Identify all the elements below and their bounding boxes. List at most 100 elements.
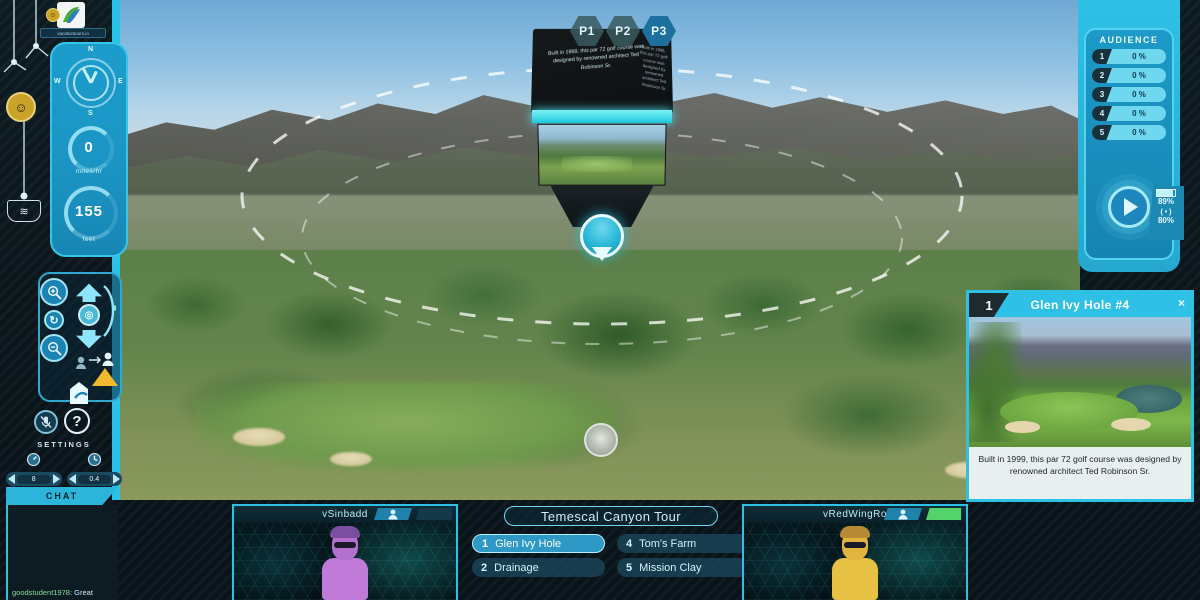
duration-setting-value: 0.4 [77,474,111,484]
kiosk-photo-screen [537,123,667,186]
avatar-panel-1[interactable]: vSinbadd [232,504,458,600]
duration-increment[interactable] [113,474,120,484]
exit-icon[interactable] [66,378,92,411]
battery-percent: 89% [1157,197,1174,206]
battery-icon [1156,189,1176,197]
tour-stop-2[interactable]: 2 Drainage [472,558,605,577]
photo-bunker-left [1004,421,1041,433]
audience-row-number: 3 [1092,87,1112,102]
audience-title: AUDIENCE [1099,35,1159,45]
tour-stop-list: 1 Glen Ivy Hole 4 Tom's Farm 2 Drainage … [466,526,756,577]
tour-stop-label: Tom's Farm [639,537,697,550]
speed-increment[interactable] [52,474,60,484]
tour-stop-number: 2 [481,561,488,574]
tour-stop-4[interactable]: 4 Tom's Farm [617,534,750,553]
kiosk-tab-p3[interactable]: P3 [642,16,676,46]
avatar-header: vRedWingRo [744,506,966,523]
avatar-cap-icon [840,526,870,538]
zoom-out-button[interactable] [40,334,68,362]
settings-section: SETTINGS 8 0.4 [6,440,122,486]
ground-target-marker [584,423,618,457]
avatar-figure [832,526,878,600]
flight-gauges: N E S W 0 miles/hr 155 feet [50,42,128,257]
wifi-icon: ≋ [7,200,41,222]
poi-card-photo [969,317,1191,447]
clock-setting-icon [67,452,123,472]
audience-row[interactable]: 1 0 % [1092,49,1166,64]
compass-e: E [118,78,123,85]
orbit-arc-icon [103,285,116,337]
avatar-head [330,526,360,560]
tour-stop-1[interactable]: 1 Glen Ivy Hole [472,534,605,553]
emoji-marker-icon[interactable]: ☺ [6,92,36,122]
mic-muted-icon[interactable] [34,410,58,434]
kiosk-light-strip [532,110,672,123]
altitude-value: 155 [74,203,104,220]
avatar-panel-2[interactable]: vRedWingRo [742,504,968,600]
kiosk-side-text: Built in 1999, this par 72 golf course w… [639,44,668,92]
poi-card-badge: 1 [969,293,1009,317]
tour-stop-label: Glen Ivy Hole [495,537,562,550]
photo-bunker-right [1111,418,1152,432]
compass-icon [66,58,116,108]
avatar-header: vSinbadd [234,506,456,523]
audience-row-number: 4 [1092,106,1112,121]
location-pin-icon[interactable] [580,214,624,258]
help-button[interactable]: ? [64,408,90,434]
audience-row-percent: 0 % [1132,109,1146,118]
audience-row-percent: 0 % [1132,128,1146,137]
poi-card-caption: Built in 1999, this par 72 golf course w… [978,454,1182,477]
settings-label: SETTINGS [37,440,91,449]
audience-row[interactable]: 5 0 % [1092,125,1166,140]
sand-bunker [329,452,372,466]
duration-stepper[interactable]: 0.4 [66,472,122,486]
audience-row[interactable]: 2 0 % [1092,68,1166,83]
speed-value: 0 [84,139,94,156]
info-kiosk[interactable]: P1 P2 P3 Built in 1999, this par 72 golf… [516,0,688,258]
audience-row[interactable]: 4 0 % [1092,106,1166,121]
speed-setting-icon [6,452,62,472]
tour-stop-number: 4 [626,537,633,550]
volume-icon: ( • ) [1160,209,1172,216]
kiosk-tab-p1[interactable]: P1 [570,16,604,46]
speed-unit: miles/hr [75,168,103,175]
tour-stop-5[interactable]: 5 Mission Clay [617,558,750,577]
avatar-torso [322,558,368,600]
poi-card-header: 1 Glen Ivy Hole #4 × [969,293,1191,317]
play-icon [1124,198,1138,216]
play-button[interactable] [1108,186,1150,228]
avatar-sunglasses-icon [844,542,866,548]
avatar-figure [322,526,368,600]
duration-decrement[interactable] [68,474,76,484]
avatar-viewport [234,523,456,600]
kiosk-page-tabs[interactable]: P1 P2 P3 [570,16,676,46]
audience-row-number: 2 [1092,68,1112,83]
poi-card-title: Glen Ivy Hole #4 [1030,298,1130,312]
avatar-status-bar [926,508,962,520]
bottom-bar: vSinbadd Temescal Canyon Tour 1 Glen Ivy… [0,500,1200,600]
speed-stepper[interactable]: 8 [6,472,62,486]
warning-icon[interactable] [92,368,118,386]
tour-stop-label: Mission Clay [639,561,702,574]
poi-info-card[interactable]: 1 Glen Ivy Hole #4 × Built in 1999, this… [966,290,1194,502]
audience-row-percent: 0 % [1132,71,1146,80]
avatar-user-icon [884,508,922,520]
avatar-sunglasses-icon [334,542,356,548]
compass-w: W [54,78,61,85]
zoom-in-button[interactable] [40,278,68,306]
kiosk-tab-p2[interactable]: P2 [606,16,640,46]
avatar-status-bar [416,508,452,520]
audience-row[interactable]: 3 0 % [1092,87,1166,102]
audience-row-percent: 0 % [1132,52,1146,61]
reset-view-button[interactable]: ↻ [44,310,64,330]
app-logo [57,2,85,28]
speed-decrement[interactable] [8,474,15,484]
app-root: P1 P2 P3 Built in 1999, this par 72 golf… [0,0,1200,600]
avatar-hair [330,526,360,538]
status-indicators: 89% ( • ) 80% [1148,186,1184,240]
avatar-viewport [744,523,966,600]
avatar-torso [832,558,878,600]
audience-row-number: 1 [1092,49,1112,64]
close-icon[interactable]: × [1178,296,1185,310]
logo-emoji-icon: ☺ [46,8,60,22]
